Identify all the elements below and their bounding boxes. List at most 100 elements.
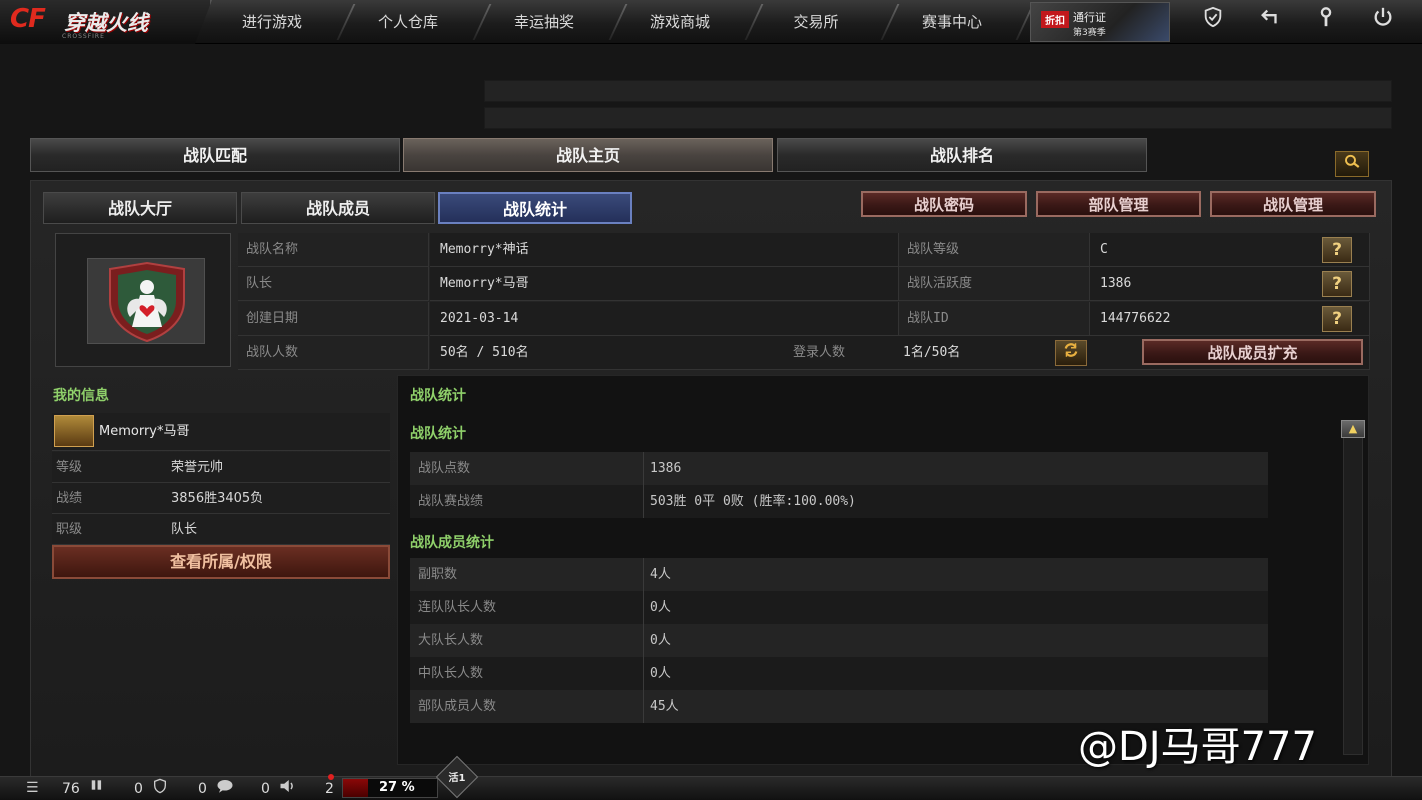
- my-record-row: 战绩 3856胜3405负: [52, 483, 390, 514]
- shield-icon[interactable]: [1193, 6, 1233, 38]
- return-icon[interactable]: [1250, 6, 1290, 38]
- nav-inventory[interactable]: 个人仓库: [341, 0, 475, 44]
- watermark: @DJ马哥777: [1078, 724, 1317, 770]
- login-count-label: 登录人数: [793, 345, 846, 360]
- stats-panel-title: 战队统计: [410, 388, 466, 404]
- chat-icon[interactable]: [216, 778, 234, 800]
- login-count-value: 1名/50名: [903, 345, 961, 360]
- nav-play-game[interactable]: 进行游戏: [205, 0, 339, 44]
- member-stat-row: 部队成员人数 45人: [410, 690, 1268, 723]
- stat-value: 0人: [650, 600, 671, 615]
- notification-dot: [328, 774, 334, 780]
- stat-label: 战队点数: [418, 461, 471, 476]
- stat-value: 0人: [650, 633, 671, 648]
- level-help-button[interactable]: ?: [1322, 237, 1352, 263]
- subtab-clan-stats[interactable]: 战队统计: [438, 192, 632, 224]
- stat-label: 中队长人数: [418, 666, 484, 681]
- angel-shield-icon: [109, 261, 185, 343]
- chat-count: 0: [261, 781, 270, 797]
- clan-level-label: 战队等级: [899, 233, 1090, 267]
- progress-text: 27 %: [379, 780, 415, 795]
- promo-line1: 通行证: [1073, 11, 1106, 24]
- clan-emblem: [87, 258, 205, 344]
- tab-clan-home[interactable]: 战队主页: [403, 138, 773, 172]
- stat-value: 503胜 0平 0败 (胜率:100.00%): [650, 494, 856, 509]
- stat-label: 战队赛战绩: [418, 494, 484, 509]
- clan-name-value: Memorry*神话: [430, 233, 899, 267]
- stat-row: 战队赛战绩 503胜 0平 0败 (胜率:100.00%): [410, 485, 1268, 518]
- promo-line2: 第3赛季: [1073, 28, 1106, 38]
- refresh-button[interactable]: [1055, 340, 1087, 366]
- expand-members-button[interactable]: 战队成员扩充: [1142, 339, 1363, 365]
- promo-badge: 折扣: [1041, 11, 1069, 28]
- clan-shield-icon[interactable]: [152, 778, 168, 800]
- my-record-value: 3856胜3405负: [171, 491, 264, 506]
- my-player-name: Memorry*马哥: [99, 424, 190, 439]
- stat-value: 45人: [650, 699, 679, 714]
- member-count-label: 战队人数: [238, 336, 429, 370]
- stat-label: 连队队长人数: [418, 600, 497, 615]
- status-bar: [0, 776, 1422, 800]
- my-player-row: Memorry*马哥: [52, 413, 390, 451]
- refresh-icon: [1064, 343, 1078, 357]
- rank-badge-icon: [54, 415, 94, 447]
- nav-exchange[interactable]: 交易所: [749, 0, 883, 44]
- leader-label: 队长: [238, 267, 429, 301]
- friends-count: 0: [134, 781, 143, 797]
- notice-bar-1: [484, 80, 1392, 102]
- clan-management-button[interactable]: 战队管理: [1210, 191, 1376, 217]
- notice-bar-2: [484, 107, 1392, 129]
- clan-online-count: 0: [198, 781, 207, 797]
- speaker-icon[interactable]: [279, 778, 297, 800]
- stat-value: 0人: [650, 666, 671, 681]
- tab-clan-match[interactable]: 战队匹配: [30, 138, 400, 172]
- nav-events[interactable]: 赛事中心: [885, 0, 1019, 44]
- clan-id-label: 战队ID: [899, 302, 1090, 336]
- stat-value: 4人: [650, 567, 671, 582]
- member-stat-row: 连队队长人数 0人: [410, 591, 1268, 624]
- my-info-title: 我的信息: [53, 388, 109, 404]
- view-permissions-button[interactable]: 查看所属/权限: [52, 545, 390, 579]
- subtab-clan-hall[interactable]: 战队大厅: [43, 192, 237, 224]
- search-icon: [1345, 154, 1360, 168]
- member-stat-row: 中队长人数 0人: [410, 657, 1268, 690]
- my-record-label: 战绩: [56, 491, 83, 506]
- stat-label: 副职数: [418, 567, 458, 582]
- tab-clan-ranking[interactable]: 战队排名: [777, 138, 1147, 172]
- member-stat-row: 副职数 4人: [410, 558, 1268, 591]
- nav-shop[interactable]: 游戏商城: [613, 0, 747, 44]
- stat-label: 部队成员人数: [418, 699, 497, 714]
- my-position-value: 队长: [171, 522, 198, 537]
- activity-label: 战队活跃度: [899, 267, 1090, 301]
- scroll-up-button[interactable]: ▲: [1341, 420, 1365, 438]
- subtab-clan-members[interactable]: 战队成员: [241, 192, 435, 224]
- menu-icon[interactable]: ☰: [26, 778, 39, 798]
- member-stat-row: 大队长人数 0人: [410, 624, 1268, 657]
- my-rank-label: 等级: [56, 460, 83, 475]
- nav-lucky-draw[interactable]: 幸运抽奖: [477, 0, 611, 44]
- battle-pass-promo[interactable]: 折扣 通行证 第3赛季: [1030, 2, 1170, 42]
- created-value: 2021-03-14: [430, 302, 899, 336]
- activity-help-button[interactable]: ?: [1322, 271, 1352, 297]
- activity-badge-text: 活1: [448, 773, 466, 784]
- stat-label: 大队长人数: [418, 633, 484, 648]
- clan-name-label: 战队名称: [238, 233, 429, 267]
- stats-section-title: 战队统计: [410, 426, 466, 442]
- logo-sub: CROSSFIRE: [62, 33, 105, 40]
- search-button[interactable]: [1335, 151, 1369, 177]
- id-help-button[interactable]: ?: [1322, 306, 1352, 332]
- unit-management-button[interactable]: 部队管理: [1036, 191, 1201, 217]
- wrench-icon[interactable]: [1306, 6, 1346, 38]
- my-rank-value: 荣誉元帅: [171, 460, 224, 475]
- speaker-count: 2: [325, 781, 334, 797]
- clan-password-button[interactable]: 战队密码: [861, 191, 1027, 217]
- power-icon[interactable]: [1363, 6, 1403, 38]
- game-logo[interactable]: CF 穿越火线 CROSSFIRE: [0, 0, 212, 44]
- online-count: 76: [62, 781, 80, 797]
- logo-cf: CF: [10, 4, 46, 34]
- stats-scrollbar[interactable]: [1343, 420, 1363, 755]
- experience-progress: 27 %: [342, 778, 438, 798]
- stat-row: 战队点数 1386: [410, 452, 1268, 485]
- member-count-text: 50名 / 510名: [440, 345, 529, 360]
- friends-icon[interactable]: [90, 778, 104, 798]
